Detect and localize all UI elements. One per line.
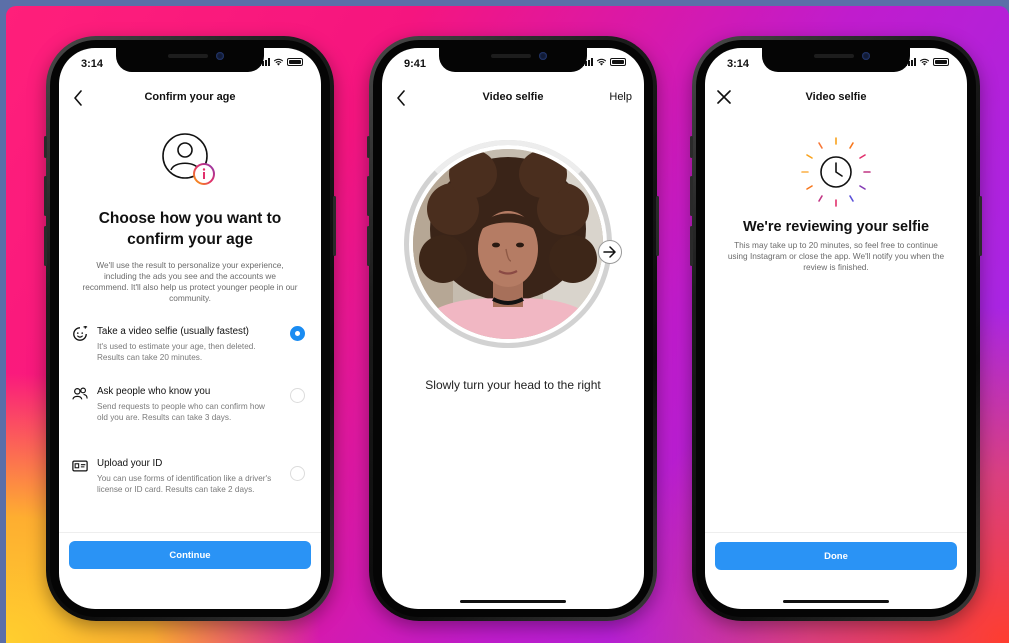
battery-icon (933, 58, 949, 66)
headline: We're reviewing your selfie (742, 219, 930, 235)
battery-icon (610, 58, 626, 66)
wifi-icon (596, 58, 607, 66)
page-title: Video selfie (805, 91, 867, 103)
phone-reviewing-selfie: 3:14 Video selfie We're reviewing your s… (690, 36, 982, 621)
home-indicator (460, 600, 566, 603)
selfie-camera-preview (413, 149, 603, 339)
phone-screen: 9:41 Video selfie Help Slowly turn your … (382, 48, 644, 609)
option-title: Ask people who know you (97, 386, 211, 397)
clock-icon (801, 137, 871, 207)
description: We'll use the result to personalize your… (82, 260, 298, 303)
status-time: 9:41 (404, 58, 427, 70)
radio-selected[interactable] (290, 326, 305, 341)
nav-bar: Video selfie Help (382, 88, 644, 108)
continue-button[interactable]: Continue (69, 541, 311, 569)
divider (705, 532, 967, 533)
wifi-icon (919, 58, 930, 66)
battery-icon (287, 58, 303, 66)
notch (116, 48, 264, 72)
option-upload-id[interactable]: Upload your ID You can use forms of iden… (71, 458, 309, 518)
description: This may take up to 20 minutes, so feel … (727, 240, 945, 272)
option-title: Upload your ID (97, 458, 163, 469)
notch (762, 48, 910, 72)
phone-screen: 3:14 Video selfie We're reviewing your s… (705, 48, 967, 609)
divider (59, 532, 321, 533)
headline: Choose how you want to confirm your age (98, 210, 282, 248)
radio-unselected[interactable] (290, 466, 305, 481)
help-link[interactable]: Help (609, 91, 632, 103)
radio-unselected[interactable] (290, 388, 305, 403)
option-title: Take a video selfie (usually fastest) (97, 326, 249, 337)
status-time: 3:14 (81, 58, 104, 70)
status-icons (259, 58, 303, 66)
page-title: Video selfie (482, 91, 544, 103)
page-title: Confirm your age (144, 91, 236, 103)
home-indicator (783, 600, 889, 603)
selfie-face-icon (73, 326, 88, 341)
phone-video-selfie: 9:41 Video selfie Help Slowly turn your … (367, 36, 659, 621)
instruction-text: Slowly turn your head to the right (425, 378, 601, 392)
status-icons (905, 58, 949, 66)
wifi-icon (273, 58, 284, 66)
notch (439, 48, 587, 72)
status-icons (582, 58, 626, 66)
phone-confirm-age: 3:14 Confirm your age Choose how you wan… (44, 36, 336, 621)
phone-screen: 3:14 Confirm your age Choose how you wan… (59, 48, 321, 609)
option-description: Send requests to people who can confirm … (97, 402, 265, 422)
option-video-selfie[interactable]: Take a video selfie (usually fastest) It… (71, 326, 309, 376)
option-description: You can use forms of identification like… (97, 474, 272, 494)
id-card-icon (72, 460, 88, 472)
option-description: It's used to estimate your age, then del… (97, 342, 256, 362)
nav-bar: Video selfie (705, 88, 967, 108)
selfie-person-illustration (413, 149, 603, 339)
done-button[interactable]: Done (715, 542, 957, 570)
user-circle-info-icon (162, 133, 215, 185)
arrow-right-icon (598, 240, 622, 264)
people-icon (72, 387, 88, 400)
nav-bar: Confirm your age (59, 88, 321, 108)
status-time: 3:14 (727, 58, 750, 70)
option-ask-people[interactable]: Ask people who know you Send requests to… (71, 386, 309, 446)
